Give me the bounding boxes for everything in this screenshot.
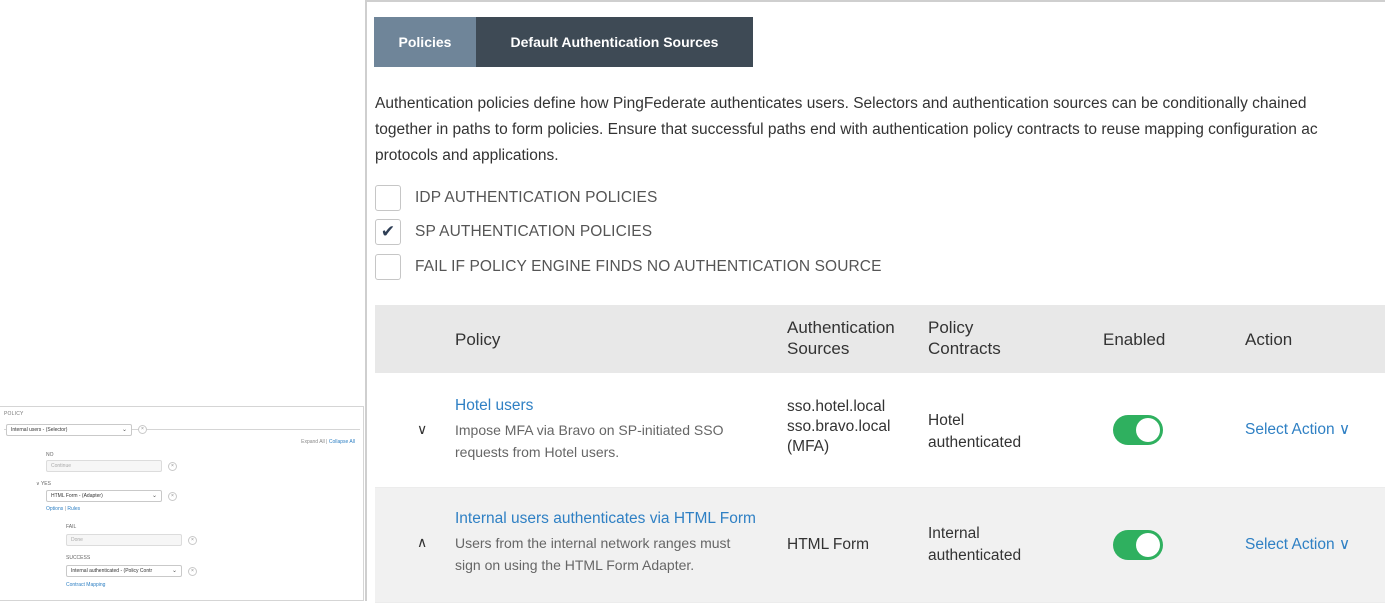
policies-table: Policy Authentication Sources Policy Con… [375,305,1385,603]
enabled-toggle[interactable] [1113,415,1163,445]
header-action: Action [1245,330,1293,349]
adapter-value: HTML Form - (Adapter) [51,493,103,499]
idp-policies-checkbox[interactable] [375,185,401,211]
header-authentication-sources: Authentication Sources [787,317,895,359]
fail-no-source-option[interactable]: FAIL IF POLICY ENGINE FINDS NO AUTHENTIC… [375,254,882,280]
select-action-dropdown[interactable]: Select Action ∨ [1245,535,1350,554]
link-separator: | [64,506,66,512]
policy-label: POLICY [4,411,24,417]
checkmark-icon: ✔ [380,222,396,241]
authentication-policies-panel: Policies Default Authentication Sources … [365,0,1385,603]
remove-success-icon[interactable]: × [188,567,197,576]
remove-fail-icon[interactable]: × [188,536,197,545]
authentication-sources-cell: sso.hotel.local sso.bravo.local (MFA) [787,397,890,457]
link-separator: | [326,439,328,445]
success-contract-dropdown[interactable]: Internal authenticated - (Policy Contr ⌄ [66,565,182,577]
description-line-3: protocols and applications. [375,147,559,164]
policy-description-line-2: sign on using the HTML Form Adapter. [455,557,695,573]
header-enabled: Enabled [1103,330,1166,349]
collapse-all-link[interactable]: Collapse All [329,439,355,445]
sp-policies-label: SP AUTHENTICATION POLICIES [415,223,653,240]
toggle-knob [1136,418,1160,442]
policy-description: Users from the internal network ranges m… [455,532,755,576]
contract-line-2: authenticated [928,547,1022,564]
policy-description-line-1: Users from the internal network ranges m… [455,535,731,551]
chevron-down-icon: ⌄ [121,427,127,433]
select-action-dropdown[interactable]: Select Action ∨ [1245,420,1350,439]
success-contract-value: Internal authenticated - (Policy Contr [71,568,153,574]
fail-branch-input[interactable]: Done [66,534,182,546]
yes-branch-label: ∨ YES [36,481,51,487]
selector-value: Internal users - (Selector) [11,427,68,433]
fail-branch-label: FAIL [66,524,77,530]
fail-no-source-checkbox[interactable] [375,254,401,280]
source-line-1: HTML Form [787,536,870,553]
contract-line-2: authenticated [928,434,1022,451]
expand-chevron-icon[interactable]: ∨ [417,421,427,438]
sp-policies-checkbox[interactable]: ✔ [375,219,401,245]
policy-description-line-1: Impose MFA via Bravo on SP-initiated SSO [455,422,724,438]
table-row: ∨ Hotel users Impose MFA via Bravo on SP… [375,373,1385,488]
header-contracts-line-1: Policy [928,318,974,337]
options-rules-links: Options | Rules [46,506,80,512]
rules-link[interactable]: Rules [67,506,80,512]
description-line-1: Authentication policies define how PingF… [375,95,1307,112]
options-link[interactable]: Options [46,506,63,512]
chevron-down-icon: ⌄ [171,568,177,574]
remove-adapter-icon[interactable]: × [168,492,177,501]
source-line-1: sso.hotel.local [787,398,886,415]
expand-collapse-links: Expand All | Collapse All [301,439,355,445]
header-policy-contracts: Policy Contracts [928,317,1001,359]
header-policy: Policy [455,330,501,349]
description-line-2: together in paths to form policies. Ensu… [375,121,1318,138]
table-row: ∧ Internal users authenticates via HTML … [375,488,1385,603]
idp-policies-option[interactable]: IDP AUTHENTICATION POLICIES [375,185,657,211]
fail-no-source-label: FAIL IF POLICY ENGINE FINDS NO AUTHENTIC… [415,258,882,275]
header-sources-line-1: Authentication [787,318,895,337]
toggle-knob [1136,533,1160,557]
policy-name-link[interactable]: Hotel users [455,397,533,415]
tab-bar: Policies Default Authentication Sources [374,17,753,67]
tab-policies[interactable]: Policies [374,17,476,67]
success-branch-label: SUCCESS [66,555,91,561]
enabled-toggle[interactable] [1113,530,1163,560]
authentication-sources-cell: HTML Form [787,535,869,555]
page-description: Authentication policies define how PingF… [375,91,1385,169]
policy-name-link[interactable]: Internal users authenticates via HTML Fo… [455,510,756,528]
remove-selector-icon[interactable]: × [138,425,147,434]
no-branch-label: NO [46,452,54,458]
contract-mapping-link[interactable]: Contract Mapping [66,582,105,588]
policy-description-line-2: requests from Hotel users. [455,444,620,460]
tab-default-authentication-sources[interactable]: Default Authentication Sources [476,17,753,67]
fail-branch-value: Done [71,537,83,543]
policy-description: Impose MFA via Bravo on SP-initiated SSO… [455,419,755,463]
table-header: Policy Authentication Sources Policy Con… [375,305,1385,373]
yes-label-text: YES [40,481,51,487]
no-branch-input[interactable]: Continue [46,460,162,472]
chevron-down-icon: ⌄ [151,493,157,499]
policy-contracts-cell: Internal authenticated [928,523,1021,567]
contract-line-1: Hotel [928,412,965,429]
collapse-chevron-icon[interactable]: ∧ [417,534,427,551]
selector-dropdown[interactable]: Internal users - (Selector) ⌄ [6,424,132,436]
source-line-3: (MFA) [787,438,830,455]
sp-policies-option[interactable]: ✔ SP AUTHENTICATION POLICIES [375,219,652,245]
idp-policies-label: IDP AUTHENTICATION POLICIES [415,189,658,206]
no-branch-value: Continue [51,463,72,469]
header-contracts-line-2: Contracts [928,339,1001,358]
remove-no-icon[interactable]: × [168,462,177,471]
expand-all-link[interactable]: Expand All [301,439,325,445]
contract-line-1: Internal [928,525,980,542]
source-line-2: sso.bravo.local [787,418,891,435]
adapter-dropdown[interactable]: HTML Form - (Adapter) ⌄ [46,490,162,502]
header-sources-line-2: Sources [787,339,850,358]
policy-contracts-cell: Hotel authenticated [928,410,1021,454]
policy-tree-panel: POLICY Internal users - (Selector) ⌄ × E… [0,406,364,601]
